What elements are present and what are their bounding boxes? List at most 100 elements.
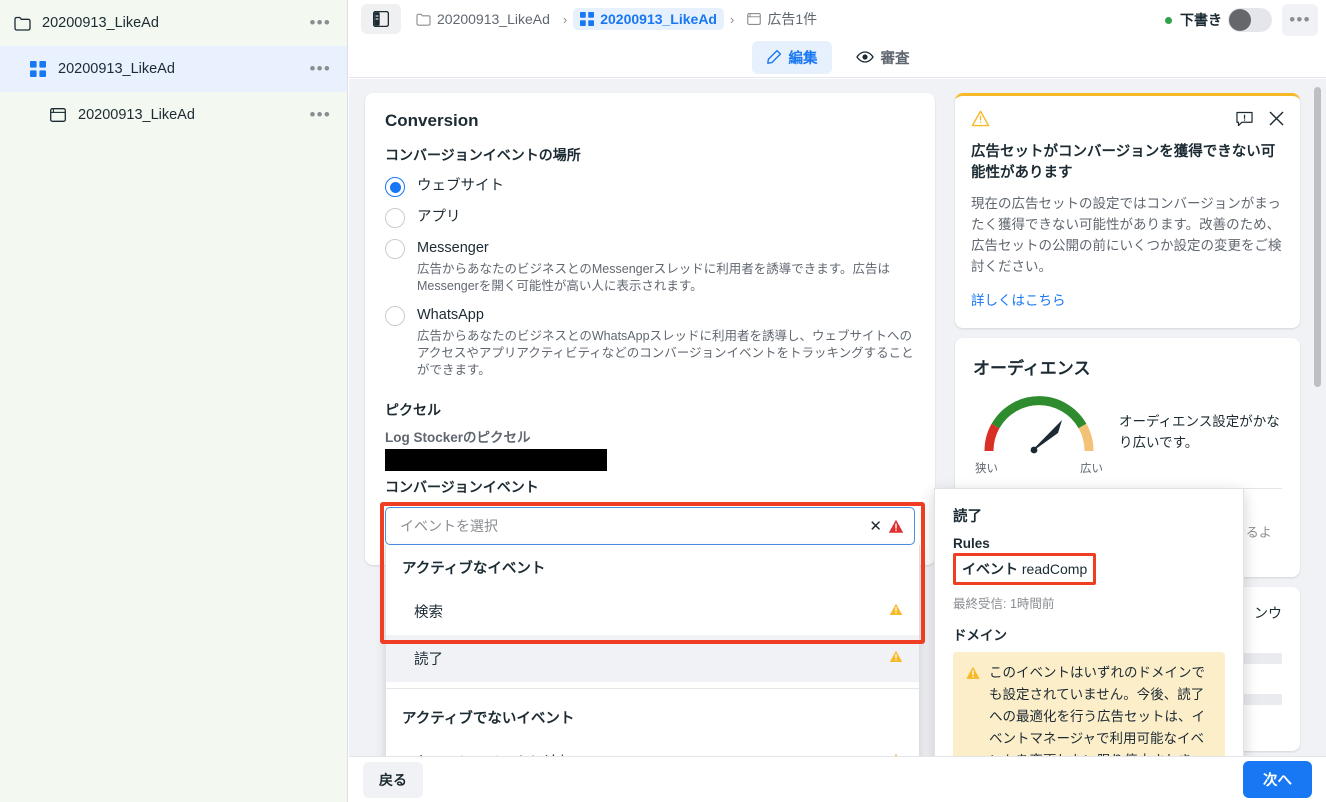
tab-edit-label: 編集	[788, 50, 818, 67]
gauge-icon	[984, 396, 1094, 454]
gauge-label-narrow: 狭い	[975, 463, 998, 475]
conversion-location-label: コンバージョンイベントの場所	[385, 147, 581, 163]
conversion-event-label: コンバージョンイベント	[385, 479, 539, 495]
radio-label: WhatsApp	[417, 307, 484, 323]
status-badge: 下書き	[1165, 10, 1222, 30]
grid-icon	[30, 59, 52, 79]
tab-edit[interactable]: 編集	[751, 40, 832, 74]
sidebar-item-adset[interactable]: 20200913_LikeAd •••	[0, 46, 347, 92]
conversion-event-combobox-wrap: ✕ アクティブなイベント 検索	[380, 502, 925, 802]
sidebar-item-label: 20200913_LikeAd	[78, 107, 195, 123]
dropdown-item-label: 読了	[414, 652, 443, 668]
radio-option-whatsapp[interactable]: WhatsApp 広告からあなたのビジネスとのWhatsAppスレッドに利用者を…	[385, 300, 915, 384]
sidebar-item-menu-icon[interactable]: •••	[308, 106, 333, 124]
radio-option-app[interactable]: アプリ	[385, 202, 915, 233]
panel-toggle-icon[interactable]	[361, 4, 401, 34]
ellipsis-icon: •••	[1289, 10, 1311, 29]
sidebar-item-menu-icon[interactable]: •••	[308, 60, 333, 78]
sidebar-item-ad[interactable]: 20200913_LikeAd •••	[0, 92, 347, 138]
dropdown-divider	[386, 688, 919, 689]
clear-icon[interactable]: ✕	[863, 517, 888, 535]
audience-title: オーディエンス	[973, 359, 1091, 378]
tab-review-label: 審査	[880, 50, 910, 67]
conversion-alert-card: 広告セットがコンバージョンを獲得できない可能性があります 現在の広告セットの設定…	[955, 93, 1300, 328]
conversion-card: Conversion コンバージョンイベントの場所 ウェブサイト アプリ Mes…	[365, 93, 935, 802]
radio-description: 広告からあなたのビジネスとのWhatsAppスレッドに利用者を誘導し、ウェブサイ…	[417, 329, 914, 377]
popover-rules-label: Rules	[953, 536, 990, 551]
card-icon	[50, 105, 72, 125]
popover-rule-prefix: イベント	[962, 561, 1018, 577]
radio-label: Messenger	[417, 240, 489, 256]
wizard-footer: 戻る 次へ	[349, 756, 1326, 802]
radio-label: ウェブサイト	[417, 178, 504, 194]
page-title: Conversion	[385, 111, 479, 130]
alert-body: 現在の広告セットの設定ではコンバージョンがまったく獲得できない可能性があります。…	[971, 196, 1282, 274]
alert-learn-more-link[interactable]: 詳しくはこちら	[971, 289, 1066, 309]
breadcrumb-separator-icon: ›	[730, 11, 735, 27]
event-detail-popover: 読了 Rules イベント readComp 最終受信: 1時間前 ドメイン こ…	[934, 488, 1244, 802]
publish-toggle[interactable]	[1228, 8, 1272, 32]
dropdown-item-readcomp[interactable]: 読了	[386, 635, 919, 682]
dropdown-group-header-inactive: アクティブでないイベント	[402, 711, 575, 727]
folder-icon	[14, 13, 36, 33]
warning-triangle-icon[interactable]	[889, 603, 903, 620]
eye-icon	[855, 51, 874, 63]
feedback-icon[interactable]	[1236, 111, 1253, 132]
warning-triangle-icon[interactable]	[889, 650, 903, 667]
gauge-label-broad: 広い	[1080, 463, 1103, 475]
close-icon[interactable]	[1269, 111, 1284, 131]
sidebar-item-label: 20200913_LikeAd	[42, 15, 159, 31]
status-label: 下書き	[1180, 12, 1222, 28]
topbar-tabs: 編集 審査	[349, 38, 1326, 76]
audience-gauge: 狭い 広い	[973, 387, 1105, 476]
sidebar: 20200913_LikeAd ••• 20200913_LikeAd •••	[0, 0, 348, 802]
status-dot-icon	[1165, 16, 1172, 24]
dropdown-item-search[interactable]: 検索	[386, 588, 919, 635]
popover-rule-highlight: イベント readComp	[953, 553, 1097, 585]
radio-icon[interactable]	[385, 177, 405, 197]
alert-title: 広告セットがコンバージョンを獲得できない可能性があります	[971, 144, 1276, 181]
dropdown-group-header-active: アクティブなイベント	[402, 561, 546, 577]
breadcrumb-label: 広告1件	[767, 11, 818, 27]
conversion-event-combobox[interactable]: ✕	[385, 507, 915, 545]
radio-icon[interactable]	[385, 239, 405, 259]
popover-rule-value: readComp	[1021, 561, 1088, 577]
radio-icon[interactable]	[385, 306, 405, 326]
breadcrumb-separator-icon: ›	[562, 11, 568, 27]
breadcrumb-item-campaign[interactable]: 20200913_LikeAd	[409, 8, 557, 30]
radio-description: 広告からあなたのビジネスとのMessengerスレッドに利用者を誘導できます。広…	[417, 262, 890, 293]
canvas-scrollbar-thumb[interactable]	[1313, 87, 1321, 387]
topbar-right-controls: 下書き •••	[1165, 4, 1318, 36]
popover-last-received: 最終受信: 1時間前	[953, 597, 1055, 611]
pixel-name-label: Log Stockerのピクセル	[385, 430, 531, 445]
radio-label: アプリ	[417, 209, 461, 225]
tab-review[interactable]: 審査	[842, 41, 924, 74]
breadcrumb-item-adset[interactable]: 20200913_LikeAd	[573, 8, 724, 30]
warning-triangle-icon	[971, 110, 990, 132]
sidebar-item-label: 20200913_LikeAd	[58, 61, 175, 77]
audience-note: オーディエンス設定がかなり広いです。	[1119, 414, 1280, 450]
warning-triangle-icon	[888, 519, 904, 534]
back-button[interactable]: 戻る	[363, 761, 423, 798]
more-options-button[interactable]: •••	[1282, 4, 1318, 36]
popover-domain-label: ドメイン	[953, 628, 1007, 643]
conversion-form-column: Conversion コンバージョンイベントの場所 ウェブサイト アプリ Mes…	[365, 93, 935, 802]
radio-option-website[interactable]: ウェブサイト	[385, 171, 915, 202]
breadcrumb-label: 20200913_LikeAd	[600, 11, 717, 27]
radio-icon[interactable]	[385, 208, 405, 228]
breadcrumb-label: 20200913_LikeAd	[437, 11, 550, 27]
breadcrumb: 20200913_LikeAd › 20200913_LikeAd › 広告1件	[409, 6, 824, 32]
sidebar-item-menu-icon[interactable]: •••	[308, 14, 333, 32]
dropdown-item-label: 検索	[414, 605, 443, 621]
pixel-section-label: ピクセル	[385, 402, 441, 418]
pixel-value-redacted	[385, 449, 607, 471]
conversion-event-input[interactable]	[400, 518, 864, 534]
toggle-knob	[1229, 9, 1251, 31]
breadcrumb-item-ad[interactable]: 広告1件	[740, 6, 824, 32]
main-canvas: Conversion コンバージョンイベントの場所 ウェブサイト アプリ Mes…	[349, 79, 1326, 802]
sidebar-item-campaign[interactable]: 20200913_LikeAd •••	[0, 0, 347, 46]
next-button[interactable]: 次へ	[1243, 761, 1312, 798]
pencil-icon	[766, 49, 781, 64]
radio-option-messenger[interactable]: Messenger 広告からあなたのビジネスとのMessengerスレッドに利用…	[385, 233, 915, 300]
popover-title: 読了	[953, 509, 982, 525]
